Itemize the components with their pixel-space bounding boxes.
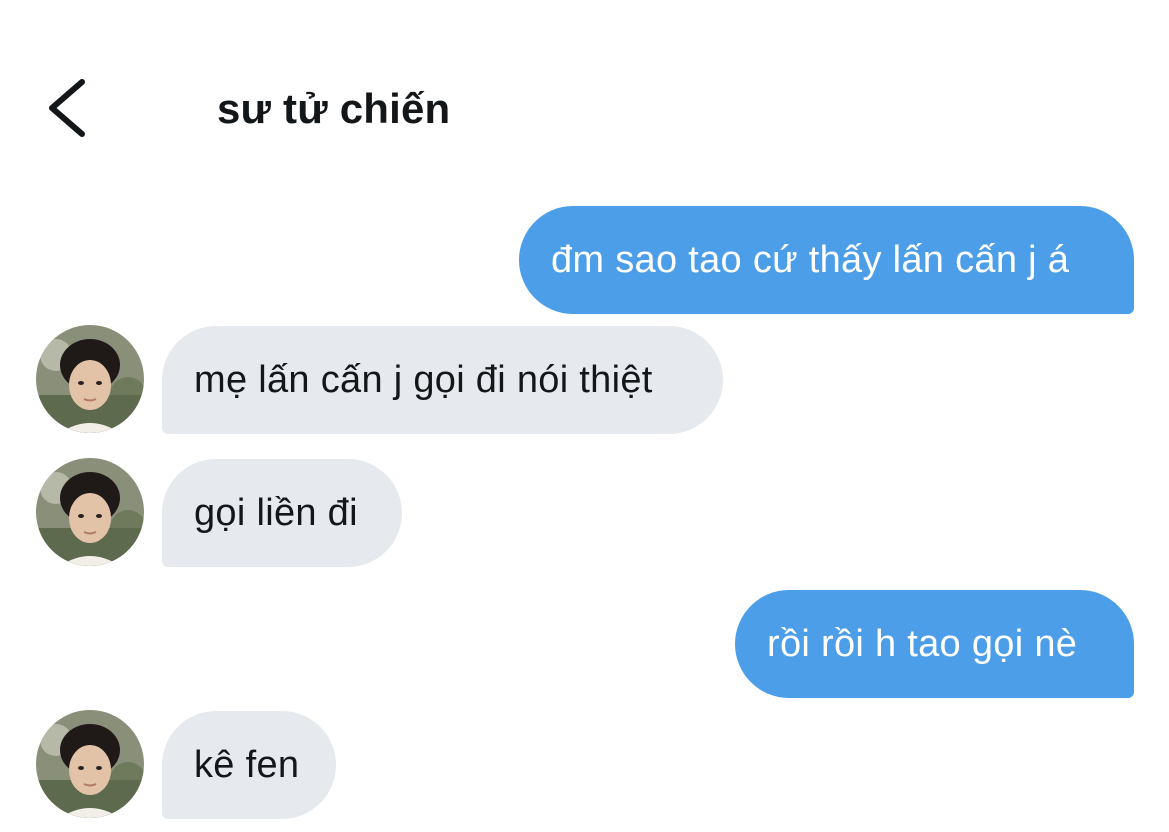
message-bubble-received[interactable]: kê fen [162,711,336,819]
chevron-left-icon [49,79,85,137]
contact-avatar[interactable] [36,458,144,566]
avatar-image [36,325,144,433]
message-text: kê fen [194,743,300,786]
message-bubble-received[interactable]: mẹ lấn cấn j gọi đi nói thiệt [162,326,723,434]
chat-screen: sư tử chiến đm sao tao cứ thấy lấn cấn j… [0,0,1169,832]
conversation-title[interactable]: sư tử chiến [217,84,450,134]
contact-avatar[interactable] [36,710,144,818]
message-bubble-sent[interactable]: rồi rồi h tao gọi nè [735,590,1134,698]
back-button[interactable] [38,72,98,144]
avatar-image [36,710,144,818]
avatar-image [36,458,144,566]
message-text: mẹ lấn cấn j gọi đi nói thiệt [194,358,653,401]
chat-header: sư tử chiến [0,0,1169,180]
message-text: gọi liền đi [194,491,358,534]
message-bubble-received[interactable]: gọi liền đi [162,459,402,567]
message-text: đm sao tao cứ thấy lấn cấn j á [551,238,1070,281]
contact-avatar[interactable] [36,325,144,433]
message-text: rồi rồi h tao gọi nè [767,622,1078,665]
message-bubble-sent[interactable]: đm sao tao cứ thấy lấn cấn j á [519,206,1134,314]
